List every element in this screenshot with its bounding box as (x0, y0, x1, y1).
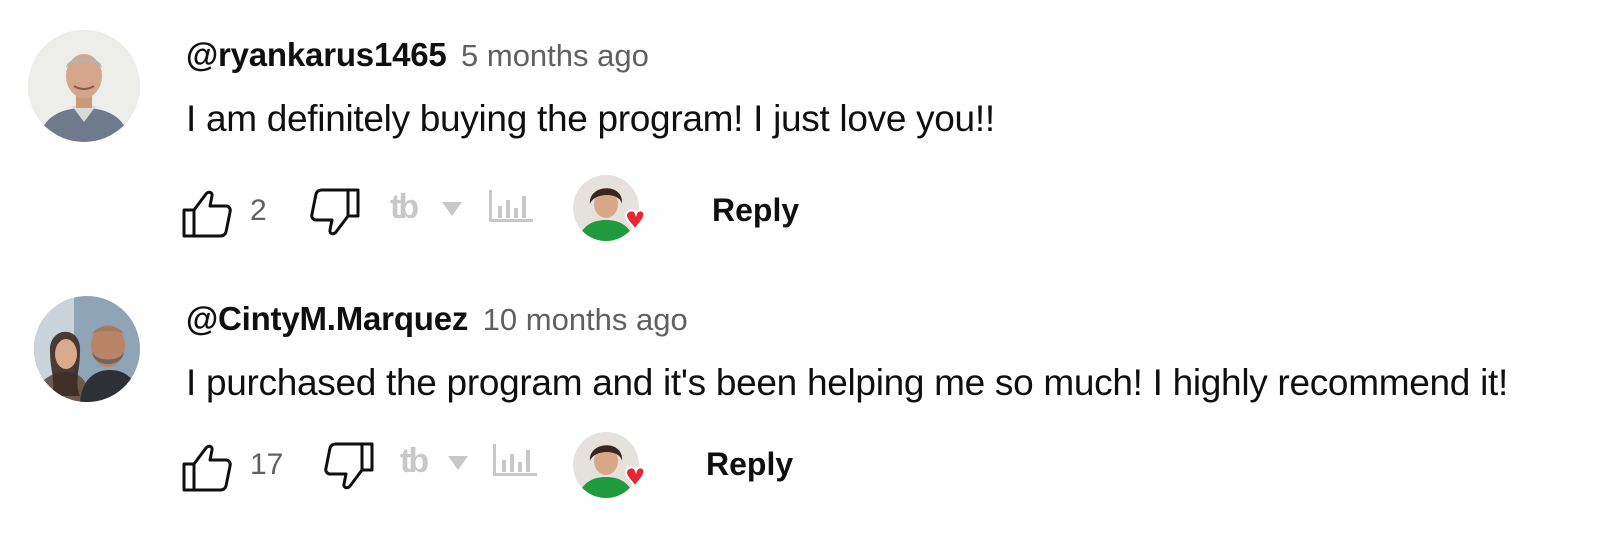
comment-text: I purchased the program and it's been he… (186, 362, 1508, 403)
dislike-button[interactable] (322, 440, 376, 499)
heart-icon (573, 175, 646, 241)
comment-thread: @CintyM.Marquez 10 months ago I purchase… (0, 266, 1600, 526)
comment-text: I am definitely buying the program! I ju… (186, 98, 995, 139)
thumbs-up-icon (182, 190, 232, 238)
reply-button[interactable]: Reply (706, 446, 793, 483)
like-count: 17 (250, 448, 284, 481)
author-name[interactable]: @ryankarus1465 (186, 36, 447, 73)
thumbs-down-icon (324, 442, 374, 490)
creator-heart-badge[interactable] (572, 174, 646, 246)
creator-heart-badge[interactable] (572, 431, 646, 503)
user-avatar-couple-icon (34, 296, 140, 402)
comment-thread: @ryankarus1465 5 months ago I am definit… (0, 0, 1600, 260)
user-avatar-man-icon (28, 30, 140, 142)
comment-timestamp[interactable]: 5 months ago (461, 38, 649, 73)
bar-chart-icon[interactable] (488, 188, 534, 229)
tubebuddy-logo-icon[interactable]: tb (390, 188, 419, 227)
comment-header: @CintyM.Marquez 10 months ago (186, 300, 688, 338)
like-count: 2 (250, 194, 267, 227)
avatar[interactable] (28, 30, 140, 142)
like-button[interactable] (180, 186, 234, 245)
bar-chart-icon[interactable] (492, 442, 538, 483)
comment-header: @ryankarus1465 5 months ago (186, 36, 649, 74)
comment-timestamp[interactable]: 10 months ago (483, 302, 688, 337)
tubebuddy-logo-icon[interactable]: tb (400, 442, 429, 481)
thumbs-up-icon (182, 444, 232, 492)
chevron-down-icon[interactable] (442, 202, 462, 221)
chevron-down-icon[interactable] (448, 456, 468, 475)
author-name[interactable]: @CintyM.Marquez (186, 300, 468, 337)
reply-button[interactable]: Reply (712, 192, 799, 229)
dislike-button[interactable] (308, 186, 362, 245)
avatar[interactable] (34, 296, 140, 402)
thumbs-down-icon (310, 188, 360, 236)
like-button[interactable] (180, 440, 234, 499)
heart-icon (573, 432, 646, 498)
